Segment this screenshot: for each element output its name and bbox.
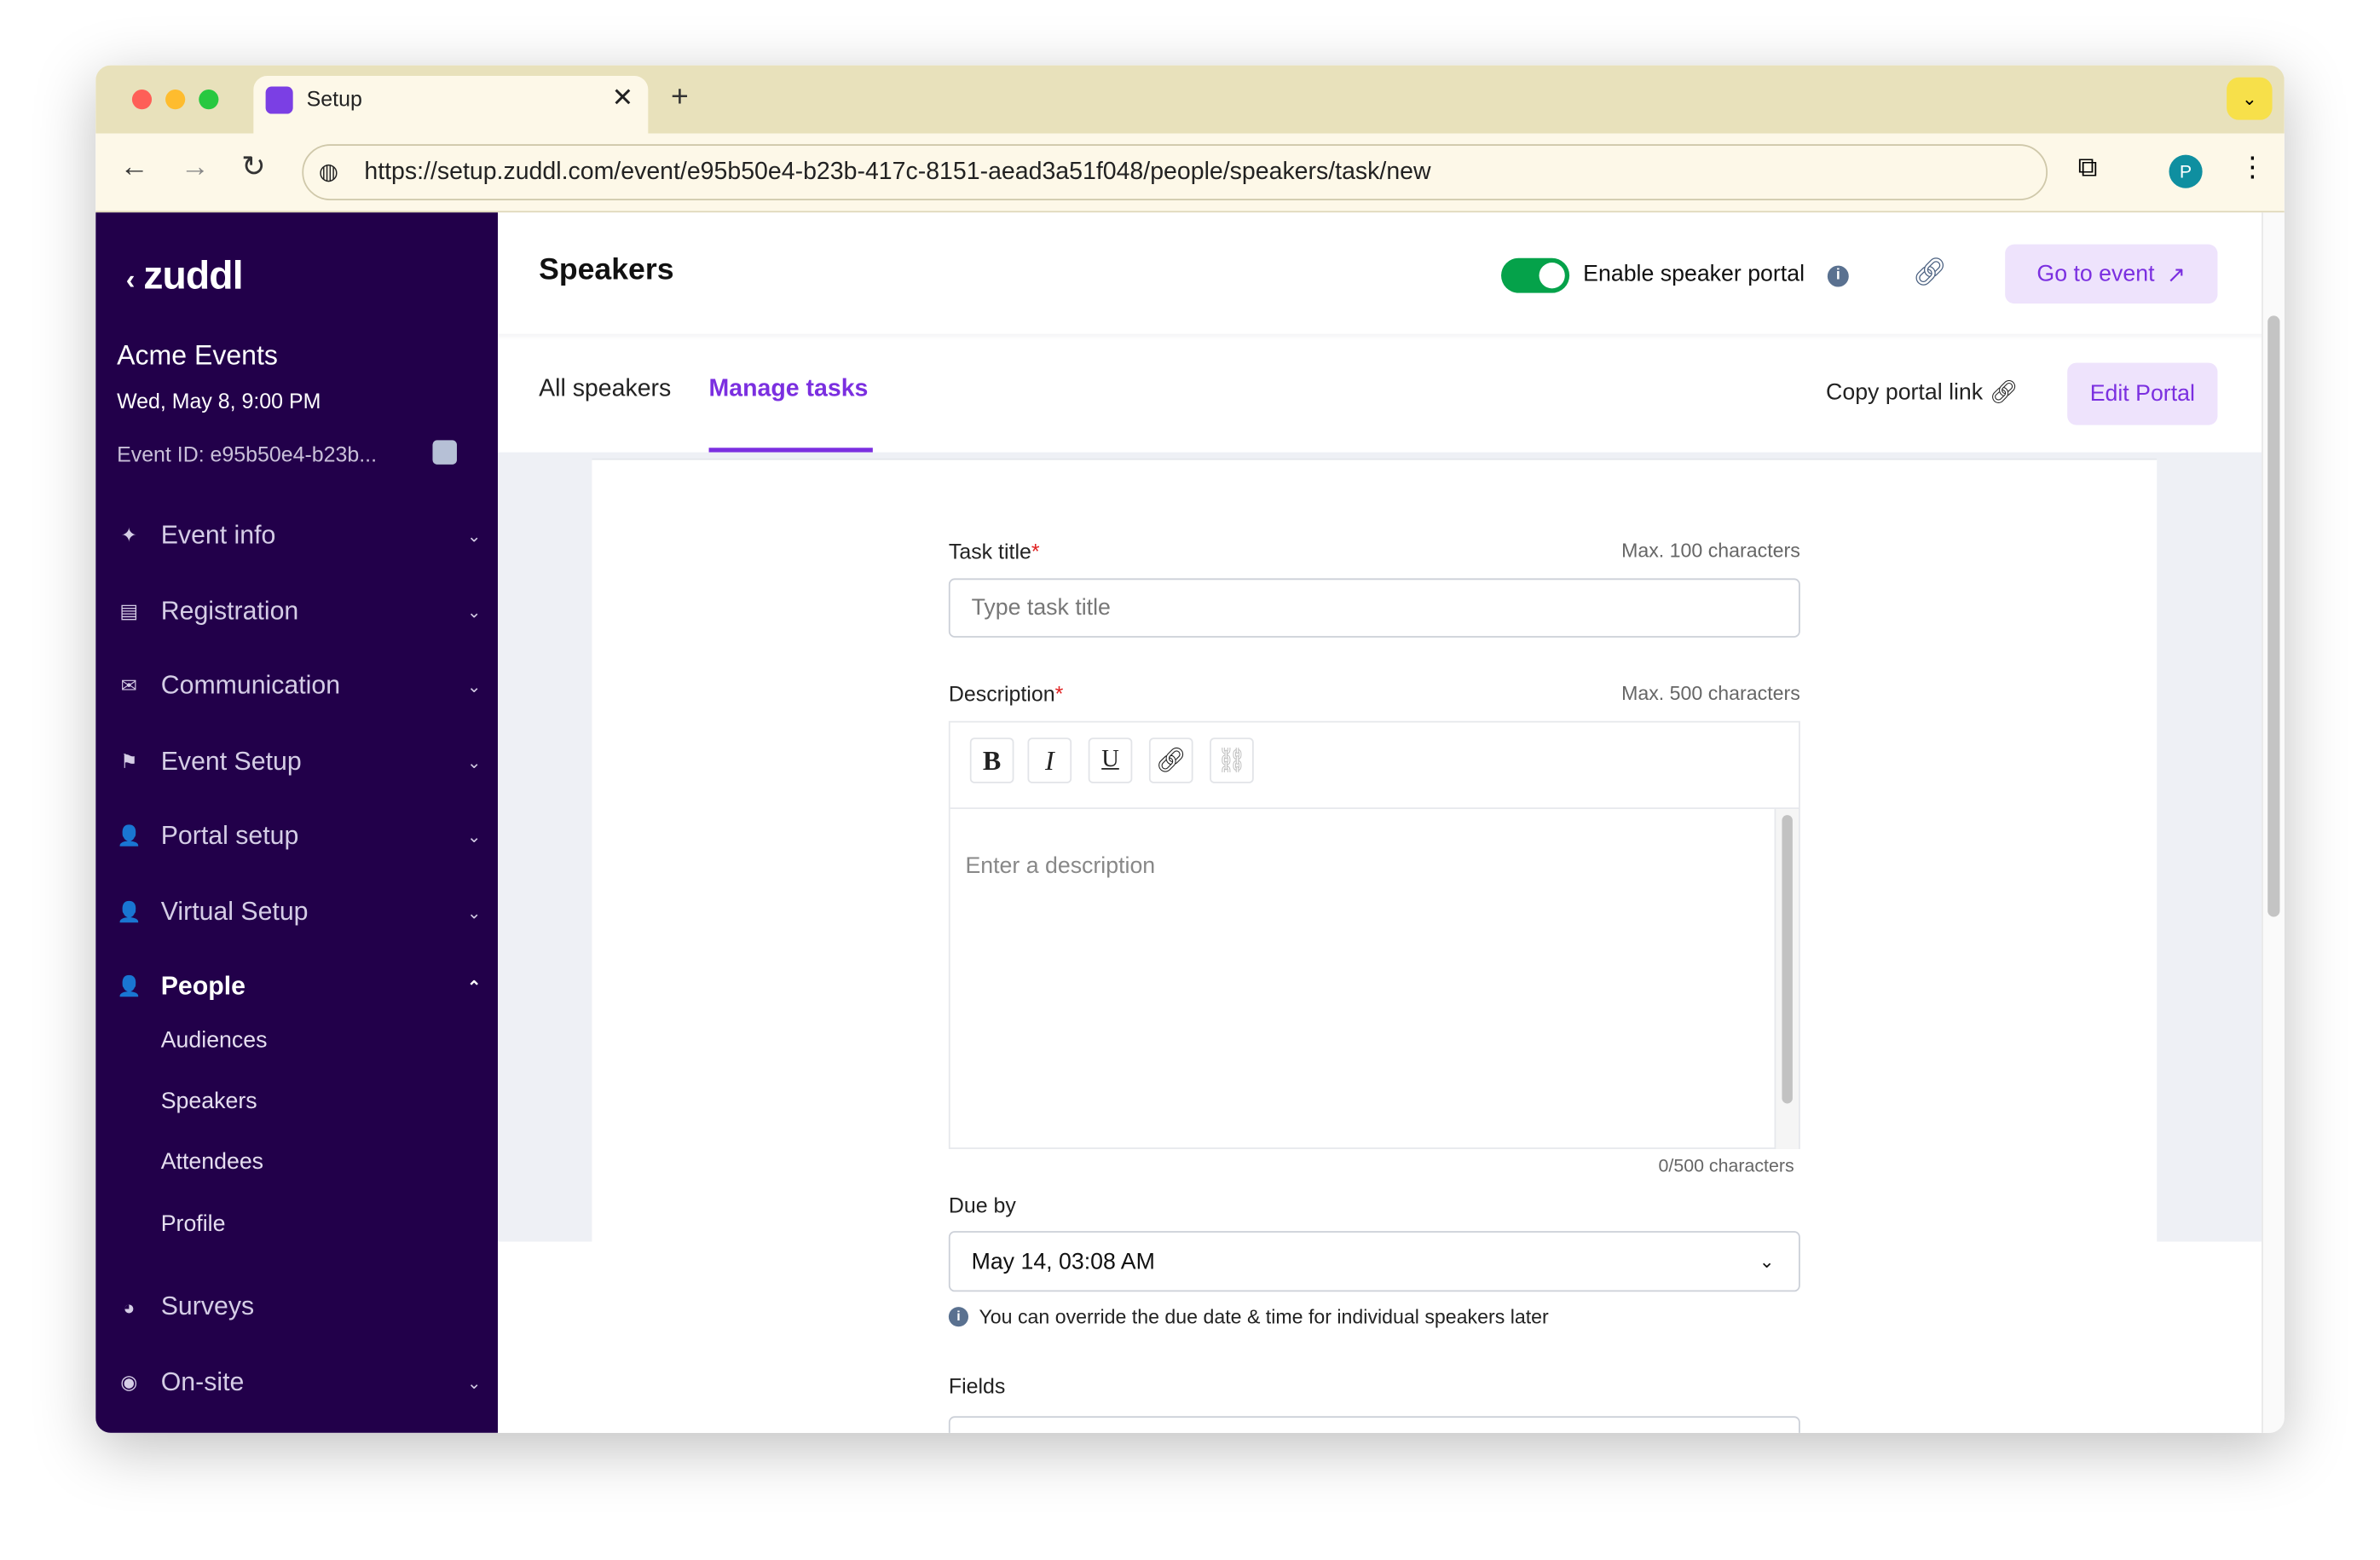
copy-icon[interactable] xyxy=(432,440,457,465)
underline-button[interactable]: U xyxy=(1088,737,1133,783)
org-name: Acme Events xyxy=(117,339,278,371)
info-icon[interactable]: i xyxy=(1827,265,1849,287)
due-by-select[interactable]: May 14, 03:08 AM ⌄ xyxy=(948,1231,1800,1292)
speaker-portal-toggle[interactable] xyxy=(1501,257,1570,293)
main-content: Speakers Enable speaker portal i 🔗︎ Go t… xyxy=(498,212,2262,1433)
page-title: Speakers xyxy=(539,253,674,287)
task-form-card: Task title* Max. 100 characters Type tas… xyxy=(592,458,2158,1433)
edit-portal-button[interactable]: Edit Portal xyxy=(2067,362,2218,425)
link-icon: 🔗︎ xyxy=(1989,379,2019,406)
fields-label: Fields xyxy=(948,1373,1006,1398)
compass-icon: ◉ xyxy=(120,1370,138,1394)
link-button[interactable]: 🔗︎ xyxy=(1148,737,1193,783)
sidebar-item-event-setup[interactable]: ⚑ Event Setup ⌄ xyxy=(117,739,481,784)
link-icon: 🔗︎ xyxy=(1155,748,1187,775)
users-icon: 👤 xyxy=(117,974,142,997)
event-id: Event ID: e95b50e4-b23b... xyxy=(117,442,378,466)
close-tab-icon[interactable]: ✕ xyxy=(612,84,633,114)
external-arrow-icon: ↗ xyxy=(2166,262,2186,288)
sidebar-item-communication[interactable]: ✉ Communication ⌄ xyxy=(117,663,482,708)
italic-button[interactable]: I xyxy=(1027,737,1072,783)
minimize-window-button[interactable] xyxy=(165,90,186,110)
back-icon[interactable]: ← xyxy=(120,152,149,185)
task-title-input[interactable]: Type task title xyxy=(948,578,1800,638)
form-icon: ▤ xyxy=(119,599,139,623)
chevron-down-icon: ⌄ xyxy=(467,754,482,772)
forward-icon[interactable]: → xyxy=(181,152,210,185)
favicon-icon xyxy=(265,86,293,114)
url-input[interactable]: ◍ https://setup.zuddl.com/event/e95b50e4… xyxy=(302,144,2048,201)
chevron-down-icon: ⌄ xyxy=(467,828,482,846)
browser-tab[interactable]: Setup ✕ xyxy=(253,76,649,137)
sidebar-subitem-audiences[interactable]: Audiences xyxy=(161,1027,268,1053)
bold-button[interactable]: B xyxy=(969,737,1014,783)
event-date: Wed, May 8, 9:00 PM xyxy=(117,388,321,413)
users-icon: 👤 xyxy=(117,823,142,847)
page-scrollbar[interactable] xyxy=(2262,212,2285,1433)
chevron-down-icon: ⌄ xyxy=(467,904,482,922)
browser-window: Setup ✕ + ⌄ ← → ↻ ◍ https://setup.zuddl.… xyxy=(95,65,2285,1433)
due-by-label: Due by xyxy=(948,1193,1016,1218)
chevron-down-icon: ⌄ xyxy=(467,678,482,696)
url-text: https://setup.zuddl.com/event/e95b50e4-b… xyxy=(364,159,1431,186)
sidebar-item-virtual-setup[interactable]: 👤 Virtual Setup ⌄ xyxy=(117,889,481,934)
profile-avatar[interactable]: P xyxy=(2169,154,2203,188)
sidebar: ‹ zuddl Acme Events Wed, May 8, 9:00 PM E… xyxy=(95,212,499,1433)
maximize-window-button[interactable] xyxy=(199,90,219,110)
description-editor: B I U 🔗︎ ⛓ Enter a description xyxy=(948,720,1800,1149)
toggle-label: Enable speaker portal xyxy=(1583,261,1805,287)
sidebar-item-event-info[interactable]: ✦ Event info ⌄ xyxy=(117,513,482,558)
tab-all-speakers[interactable]: All speakers xyxy=(539,377,671,404)
sidebar-item-surveys[interactable]: ◕ Surveys xyxy=(117,1284,481,1329)
link-icon[interactable]: 🔗︎ xyxy=(1913,257,1948,288)
sidebar-item-people[interactable]: 👤 People ⌃ xyxy=(117,964,481,1009)
char-count: 0/500 characters xyxy=(1658,1155,1794,1176)
tab-title: Setup xyxy=(306,86,362,111)
description-max: Max. 500 characters xyxy=(1621,681,1800,705)
extensions-icon[interactable]: ⧉ xyxy=(2078,152,2098,183)
sidebar-item-registration[interactable]: ▤ Registration ⌄ xyxy=(117,589,481,634)
site-info-icon[interactable]: ◍ xyxy=(319,146,338,199)
editor-scrollbar[interactable] xyxy=(1774,809,1799,1149)
chevron-down-icon: ⌄ xyxy=(467,1374,482,1393)
due-hint: i You can override the due date & time fo… xyxy=(948,1305,1549,1328)
info-icon: i xyxy=(948,1307,969,1327)
go-to-event-button[interactable]: Go to event ↗ xyxy=(2005,244,2218,304)
chevron-up-icon: ⌃ xyxy=(467,978,482,997)
copy-portal-link-button[interactable]: Copy portal link 🔗︎ xyxy=(1826,378,2018,405)
menu-icon[interactable]: ⋮ xyxy=(2238,152,2266,183)
close-window-button[interactable] xyxy=(131,90,153,110)
back-chevron-icon: ‹ xyxy=(125,263,136,295)
chevron-down-icon: ⌄ xyxy=(467,527,482,546)
new-tab-icon[interactable]: + xyxy=(671,80,689,115)
sidebar-subitem-attendees[interactable]: Attendees xyxy=(161,1149,263,1175)
sidebar-subitem-profile[interactable]: Profile xyxy=(161,1211,226,1237)
tab-bar: Setup ✕ + ⌄ xyxy=(95,65,2285,137)
sidebar-item-portal-setup[interactable]: 👤 Portal setup ⌄ xyxy=(117,813,481,858)
tab-manage-tasks[interactable]: Manage tasks xyxy=(709,377,869,404)
unlink-button[interactable]: ⛓ xyxy=(1210,737,1254,783)
magic-wand-icon: ✦ xyxy=(120,523,138,547)
sidebar-subitem-speakers[interactable]: Speakers xyxy=(161,1089,257,1114)
chevron-down-icon: ⌄ xyxy=(1759,1251,1775,1273)
description-textarea[interactable]: Enter a description xyxy=(965,853,1155,879)
reload-icon[interactable]: ↻ xyxy=(241,150,265,185)
users-icon: 👤 xyxy=(117,899,142,923)
chevron-down-icon: ⌄ xyxy=(467,603,482,622)
pie-icon: ◕ xyxy=(123,1295,136,1319)
signpost-icon: ⚑ xyxy=(119,749,138,773)
unlink-icon: ⛓ xyxy=(1216,748,1248,775)
fields-box[interactable] xyxy=(948,1416,1800,1433)
mail-icon: ✉ xyxy=(120,673,138,697)
address-bar-row: ← → ↻ ◍ https://setup.zuddl.com/event/e9… xyxy=(95,133,2285,213)
logo-link[interactable]: ‹ zuddl xyxy=(125,252,244,299)
description-label: Description* xyxy=(948,681,1064,706)
sidebar-item-on-site[interactable]: ◉ On-site ⌄ xyxy=(117,1360,481,1405)
task-title-max: Max. 100 characters xyxy=(1621,539,1800,562)
tab-search-chevron-icon[interactable]: ⌄ xyxy=(2227,77,2273,120)
task-title-label: Task title* xyxy=(948,539,1040,563)
